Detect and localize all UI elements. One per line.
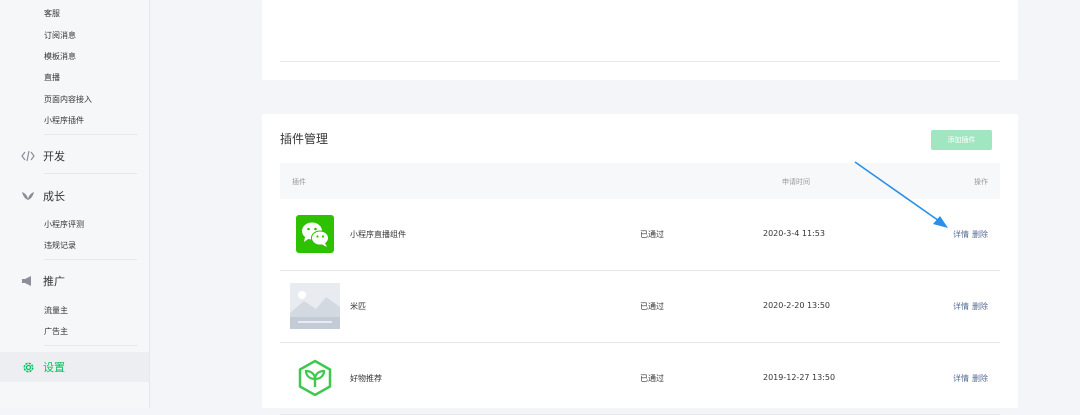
code-icon (21, 149, 35, 163)
gear-icon (21, 360, 35, 374)
megaphone-icon (21, 274, 35, 288)
column-header-plugin: 插件 (292, 178, 306, 186)
delete-link[interactable]: 删除 (972, 374, 988, 383)
divider (280, 61, 1000, 62)
row-actions: 详情 删除 (950, 229, 988, 240)
plugin-name: 米匹 (350, 302, 366, 311)
sidebar-item-advertiser[interactable]: 广告主 (44, 326, 68, 337)
sidebar-group-label: 推广 (43, 275, 65, 288)
sidebar-divider (44, 259, 137, 260)
sidebar: 客服 订阅消息 模板消息 直播 页面内容接入 小程序插件 开发 成长 小程序评测… (0, 0, 150, 408)
plugin-status: 已通过 (640, 374, 664, 383)
plugin-name: 好物推荐 (350, 374, 382, 383)
plugin-apply-time: 2019-12-27 13:50 (763, 373, 836, 382)
sprout-icon (296, 359, 334, 397)
plugin-management-panel: 插件管理 添加插件 插件 申请时间 操作 小程序直播组件 已通过 2020-3-… (262, 114, 1018, 415)
sidebar-item-mini-program-plugins[interactable]: 小程序插件 (44, 115, 84, 126)
plugin-apply-time: 2020-2-20 13:50 (763, 301, 830, 310)
sidebar-group-develop[interactable]: 开发 (21, 148, 65, 164)
sidebar-item-subscription-messages[interactable]: 订阅消息 (44, 30, 76, 41)
column-header-actions: 操作 (974, 178, 988, 186)
image-placeholder-icon (290, 283, 340, 329)
sidebar-item-traffic-owner[interactable]: 流量主 (44, 305, 68, 316)
sidebar-item-violation-records[interactable]: 违规记录 (44, 240, 76, 251)
wechat-icon (296, 215, 334, 253)
plugin-apply-time: 2020-3-4 11:53 (763, 229, 825, 238)
sidebar-item-customer-service[interactable]: 客服 (44, 8, 60, 19)
page-title: 插件管理 (280, 132, 329, 146)
table-header: 插件 申请时间 操作 (280, 163, 1000, 199)
add-plugin-button[interactable]: 添加插件 (931, 130, 992, 150)
plugin-name: 小程序直播组件 (350, 230, 406, 239)
sidebar-item-live[interactable]: 直播 (44, 72, 60, 83)
sidebar-group-grow[interactable]: 成长 (21, 188, 65, 204)
row-actions: 详情 删除 (950, 301, 988, 312)
sidebar-group-label: 成长 (43, 190, 65, 203)
sidebar-group-settings[interactable]: 设置 (0, 352, 149, 382)
detail-link[interactable]: 详情 (953, 374, 969, 383)
sidebar-item-page-content[interactable]: 页面内容接入 (44, 94, 92, 105)
sidebar-divider (44, 134, 137, 135)
sidebar-divider (44, 345, 137, 346)
plugin-status: 已通过 (640, 230, 664, 239)
sidebar-group-label: 开发 (43, 150, 65, 163)
sidebar-divider (44, 173, 137, 174)
table-row: 小程序直播组件 已通过 2020-3-4 11:53 详情 删除 (280, 199, 1000, 271)
top-panel (262, 0, 1018, 80)
plugin-status: 已通过 (640, 302, 664, 311)
sidebar-item-mini-program-review[interactable]: 小程序评测 (44, 219, 84, 230)
row-actions: 详情 删除 (950, 373, 988, 384)
delete-link[interactable]: 删除 (972, 230, 988, 239)
column-header-apply-time: 申请时间 (782, 178, 810, 186)
sidebar-group-label: 设置 (43, 361, 65, 374)
sidebar-item-template-messages[interactable]: 模板消息 (44, 51, 76, 62)
delete-link[interactable]: 删除 (972, 302, 988, 311)
sidebar-group-promote[interactable]: 推广 (21, 273, 65, 289)
detail-link[interactable]: 详情 (953, 302, 969, 311)
leaf-icon (21, 189, 35, 203)
table-row: 好物推荐 已通过 2019-12-27 13:50 详情 删除 (280, 343, 1000, 415)
detail-link[interactable]: 详情 (953, 230, 969, 239)
table-row: 米匹 已通过 2020-2-20 13:50 详情 删除 (280, 271, 1000, 343)
